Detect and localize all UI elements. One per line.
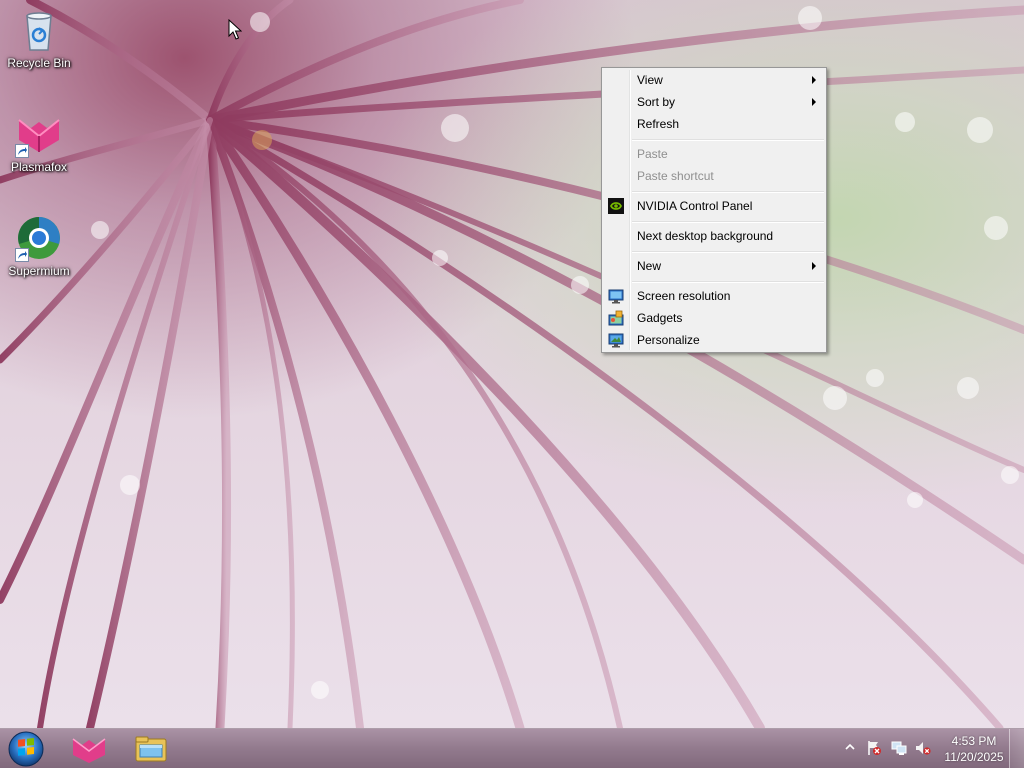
menu-item-label: Sort by: [637, 95, 676, 109]
menu-separator: [632, 281, 824, 283]
taskbar: 4:53 PM 11/20/2025: [0, 728, 1024, 768]
windows-start-icon: [8, 731, 44, 767]
submenu-arrow-icon: [812, 76, 816, 84]
clock-time: 4:53 PM: [951, 734, 997, 748]
menu-separator: [632, 139, 824, 141]
menu-item-sort-by[interactable]: Sort by: [604, 91, 824, 113]
taskbar-plasmafox-button[interactable]: [62, 731, 116, 767]
menu-separator: [632, 191, 824, 193]
menu-item-next-desktop-background[interactable]: Next desktop background: [604, 225, 824, 247]
clock-date: 11/20/2025: [944, 750, 1004, 764]
menu-item-screen-resolution[interactable]: Screen resolution: [604, 285, 824, 307]
nvidia-icon: [608, 198, 624, 214]
menu-item-label: Paste: [637, 147, 668, 161]
menu-item-paste[interactable]: Paste: [604, 143, 824, 165]
taskbar-clock[interactable]: 4:53 PM 11/20/2025: [938, 733, 1010, 765]
file-explorer-icon: [135, 736, 167, 762]
gadgets-icon: [608, 310, 624, 326]
menu-separator: [632, 221, 824, 223]
action-center-icon[interactable]: [866, 740, 882, 756]
menu-item-label: View: [637, 73, 663, 87]
show-desktop-button[interactable]: [1009, 729, 1024, 768]
recycle-bin-icon: [15, 6, 63, 54]
menu-item-new[interactable]: New: [604, 255, 824, 277]
menu-item-label: Gadgets: [637, 311, 683, 325]
menu-item-label: Refresh: [637, 117, 680, 131]
submenu-arrow-icon: [812, 98, 816, 106]
volume-muted-icon[interactable]: [915, 740, 931, 756]
monitor-icon: [608, 288, 624, 304]
menu-item-label: NVIDIA Control Panel: [637, 199, 753, 213]
menu-item-label: Personalize: [637, 333, 700, 347]
desktop-context-menu: View Sort by Refresh Paste Paste shortcu…: [601, 67, 827, 353]
desktop-icon-label: Plasmafox: [10, 160, 68, 174]
shortcut-arrow-icon: [15, 144, 29, 158]
start-button[interactable]: [6, 731, 46, 767]
supermium-icon: [15, 214, 63, 262]
desktop-icon-plasmafox[interactable]: Plasmafox: [1, 110, 77, 174]
menu-item-nvidia-control-panel[interactable]: NVIDIA Control Panel: [604, 195, 824, 217]
desktop-icon-supermium[interactable]: Supermium: [1, 214, 77, 278]
menu-item-refresh[interactable]: Refresh: [604, 113, 824, 135]
menu-item-personalize[interactable]: Personalize: [604, 329, 824, 351]
shortcut-arrow-icon: [15, 248, 29, 262]
menu-item-gadgets[interactable]: Gadgets: [604, 307, 824, 329]
desktop-icon-label: Recycle Bin: [7, 56, 71, 70]
menu-item-label: Next desktop background: [637, 229, 774, 243]
submenu-arrow-icon: [812, 262, 816, 270]
menu-item-paste-shortcut[interactable]: Paste shortcut: [604, 165, 824, 187]
plasmafox-icon: [72, 738, 106, 763]
desktop-icon-recycle-bin[interactable]: Recycle Bin: [1, 6, 77, 70]
menu-item-label: Paste shortcut: [637, 169, 714, 183]
plasmafox-icon: [15, 110, 63, 158]
menu-item-label: New: [637, 259, 662, 273]
desktop-icon-label: Supermium: [8, 264, 70, 278]
taskbar-file-explorer-button[interactable]: [124, 731, 178, 767]
desktop[interactable]: Recycle Bin Plasmafox Supermium View Sor…: [0, 0, 1024, 728]
show-hidden-icons-chevron-icon[interactable]: [845, 743, 855, 751]
menu-item-label: Screen resolution: [637, 289, 731, 303]
menu-separator: [632, 251, 824, 253]
personalize-icon: [608, 332, 624, 348]
network-icon[interactable]: [891, 740, 907, 756]
menu-item-view[interactable]: View: [604, 69, 824, 91]
mouse-cursor-icon: [228, 19, 242, 40]
wallpaper-image: [0, 0, 1024, 728]
